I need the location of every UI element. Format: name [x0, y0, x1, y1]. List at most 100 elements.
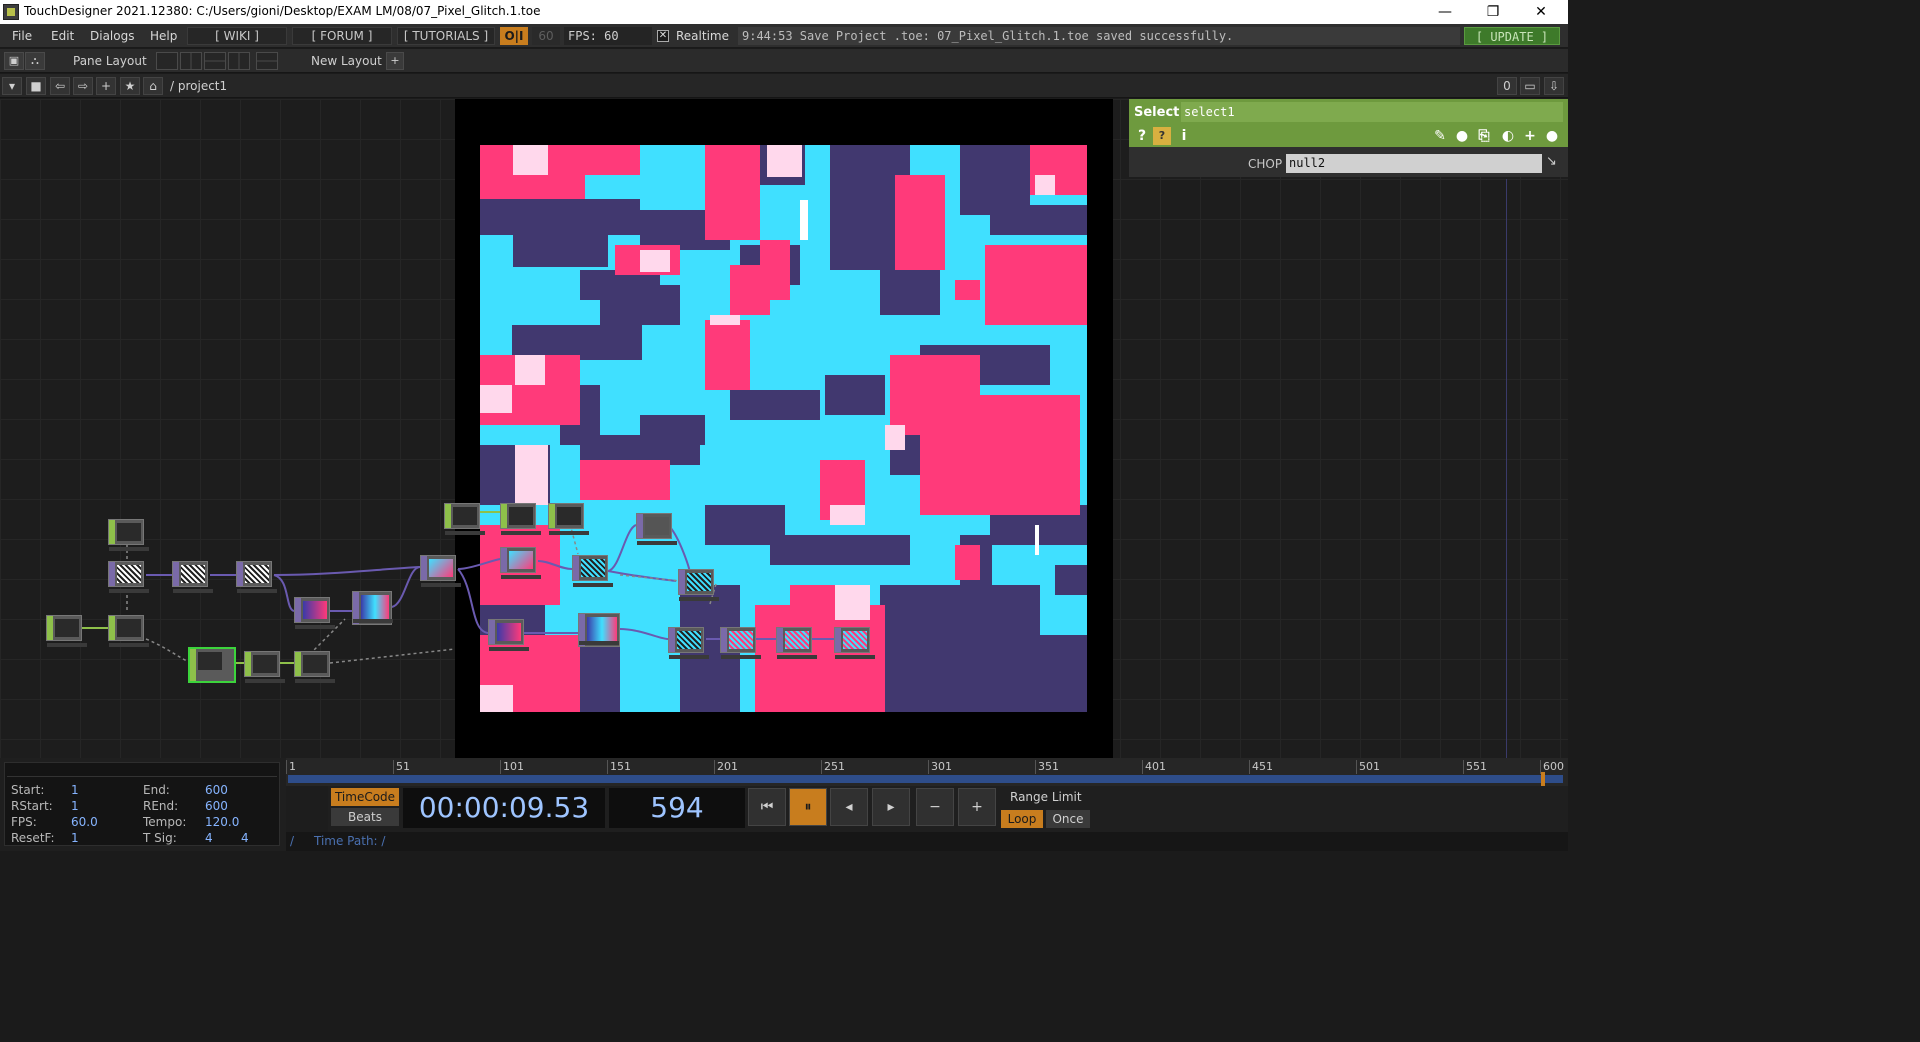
beats-mode-button[interactable]: Beats [331, 808, 399, 826]
layout-triple-button[interactable] [228, 52, 250, 70]
new-layout-button[interactable]: + [386, 52, 404, 70]
python-icon[interactable]: ◐ [1499, 127, 1517, 145]
pencil-icon[interactable]: ✎ [1431, 127, 1449, 145]
tsig-denominator[interactable]: 4 [241, 831, 249, 845]
tsig-numerator[interactable]: 4 [205, 831, 213, 845]
pane-layout-label: Pane Layout [73, 54, 147, 68]
realtime-checkbox[interactable]: ✕ [657, 30, 669, 42]
minimize-button[interactable]: — [1425, 2, 1465, 22]
python-help-icon[interactable]: ? [1153, 127, 1171, 145]
star-icon[interactable]: ★ [120, 77, 140, 95]
chop-param-field[interactable]: null2 [1286, 154, 1542, 173]
node-chop-2[interactable] [46, 615, 87, 647]
back-arrow-icon[interactable]: ⇦ [50, 77, 70, 95]
node-composite-top[interactable] [420, 555, 461, 587]
network-editor[interactable] [0, 99, 1568, 758]
menu-help[interactable]: Help [150, 29, 177, 43]
node-top-4[interactable] [500, 547, 541, 579]
title-bar: TouchDesigner 2021.12380: C:/Users/gioni… [0, 0, 1568, 24]
node-top-5[interactable] [572, 555, 613, 587]
wiki-button[interactable]: [ WIKI ] [187, 27, 287, 45]
layout-quad-button[interactable] [256, 52, 278, 70]
node-ramp-top-4[interactable] [578, 613, 620, 647]
resetf-value[interactable]: 1 [71, 831, 79, 845]
node-ramp-top[interactable] [294, 597, 335, 629]
info-icon[interactable]: i [1175, 127, 1193, 145]
layout-single-button[interactable] [156, 52, 178, 70]
forward-arrow-icon[interactable]: ⇨ [73, 77, 93, 95]
playhead[interactable] [1541, 772, 1545, 786]
timeline-side-handle[interactable] [286, 786, 328, 832]
update-button[interactable]: [ UPDATE ] [1464, 27, 1560, 45]
start-value[interactable]: 1 [71, 783, 79, 797]
timeline-range-bar[interactable] [288, 775, 1563, 783]
menu-edit[interactable]: Edit [51, 29, 74, 43]
minus-icon[interactable]: − [916, 788, 954, 826]
fps-cap-field[interactable]: 60 [532, 27, 560, 45]
node-chop-3[interactable] [108, 615, 149, 647]
node-top-8[interactable] [668, 627, 709, 659]
menu-file[interactable]: File [12, 29, 32, 43]
rstart-value[interactable]: 1 [71, 799, 79, 813]
node-chop-6[interactable] [444, 503, 485, 535]
node-top-6[interactable] [636, 513, 677, 545]
timecode-mode-button[interactable]: TimeCode [331, 788, 399, 806]
maximize-button[interactable]: ❐ [1473, 2, 1513, 22]
node-top-3[interactable] [236, 561, 277, 593]
tutorials-button[interactable]: [ TUTORIALS ] [397, 27, 495, 45]
node-chop-1[interactable] [108, 519, 149, 551]
arrow-select-icon[interactable]: ↘ [1546, 154, 1564, 173]
pause-icon[interactable]: ⏸ [789, 788, 827, 826]
image-icon[interactable]: ▣ [4, 52, 24, 70]
node-ramp-top-2[interactable] [352, 591, 393, 625]
cook-toggle-button[interactable]: O|I [500, 27, 528, 45]
loop-button[interactable]: Loop [1001, 810, 1043, 828]
node-noise-top[interactable] [108, 561, 149, 593]
rewind-icon[interactable]: ⏮ [748, 788, 786, 826]
step-back-icon[interactable]: ◂ [830, 788, 868, 826]
node-top-2[interactable] [172, 561, 213, 593]
timecode-display[interactable]: 00:00:09.53 [403, 788, 605, 828]
dot-icon[interactable]: ● [1543, 127, 1561, 145]
fps-value[interactable]: 60.0 [71, 815, 98, 829]
maximize-pane-icon[interactable]: ▭ [1520, 77, 1540, 95]
node-chop-4[interactable] [244, 651, 285, 683]
clone-icon[interactable]: ⎘ [1475, 127, 1493, 145]
end-value[interactable]: 600 [205, 783, 228, 797]
comment-icon[interactable]: ● [1453, 127, 1471, 145]
frame-display[interactable]: 594 [609, 788, 745, 828]
network-icon[interactable]: ⛬ [25, 52, 45, 70]
tempo-value[interactable]: 120.0 [205, 815, 239, 829]
node-top-10[interactable] [776, 627, 817, 659]
operator-name-field[interactable]: select1 [1181, 102, 1563, 122]
pane-counter[interactable]: 0 [1497, 77, 1517, 95]
menu-dialogs[interactable]: Dialogs [90, 29, 134, 43]
node-chop-5[interactable] [294, 651, 335, 683]
network-path[interactable]: / project1 [170, 79, 227, 93]
stop-icon[interactable]: ■ [26, 77, 46, 95]
home-icon[interactable]: ⌂ [143, 77, 163, 95]
node-top-11[interactable] [834, 627, 875, 659]
node-top-7[interactable] [678, 569, 719, 601]
node-chop-7[interactable] [500, 503, 541, 535]
step-forward-icon[interactable]: ▸ [872, 788, 910, 826]
node-top-9[interactable] [720, 627, 761, 659]
once-button[interactable]: Once [1046, 810, 1090, 828]
chevron-down-icon[interactable]: ▾ [2, 77, 22, 95]
rend-value[interactable]: 600 [205, 799, 228, 813]
layout-split-horizontal-button[interactable] [204, 52, 226, 70]
node-ramp-top-3[interactable] [488, 619, 529, 651]
tick: 351 [1035, 760, 1059, 774]
pane-menu-icon[interactable]: ⇩ [1544, 77, 1564, 95]
layout-split-vertical-button[interactable] [180, 52, 202, 70]
node-chop-8[interactable] [548, 503, 589, 535]
resetf-label: ResetF: [11, 831, 55, 845]
close-button[interactable]: ✕ [1521, 2, 1561, 22]
node-select1[interactable] [188, 647, 236, 683]
help-icon[interactable]: ? [1133, 127, 1151, 145]
forum-button[interactable]: [ FORUM ] [292, 27, 392, 45]
add-param-icon[interactable]: + [1521, 127, 1539, 145]
tick: 151 [607, 760, 631, 774]
plus-icon[interactable]: + [958, 788, 996, 826]
add-icon[interactable]: + [96, 77, 116, 95]
